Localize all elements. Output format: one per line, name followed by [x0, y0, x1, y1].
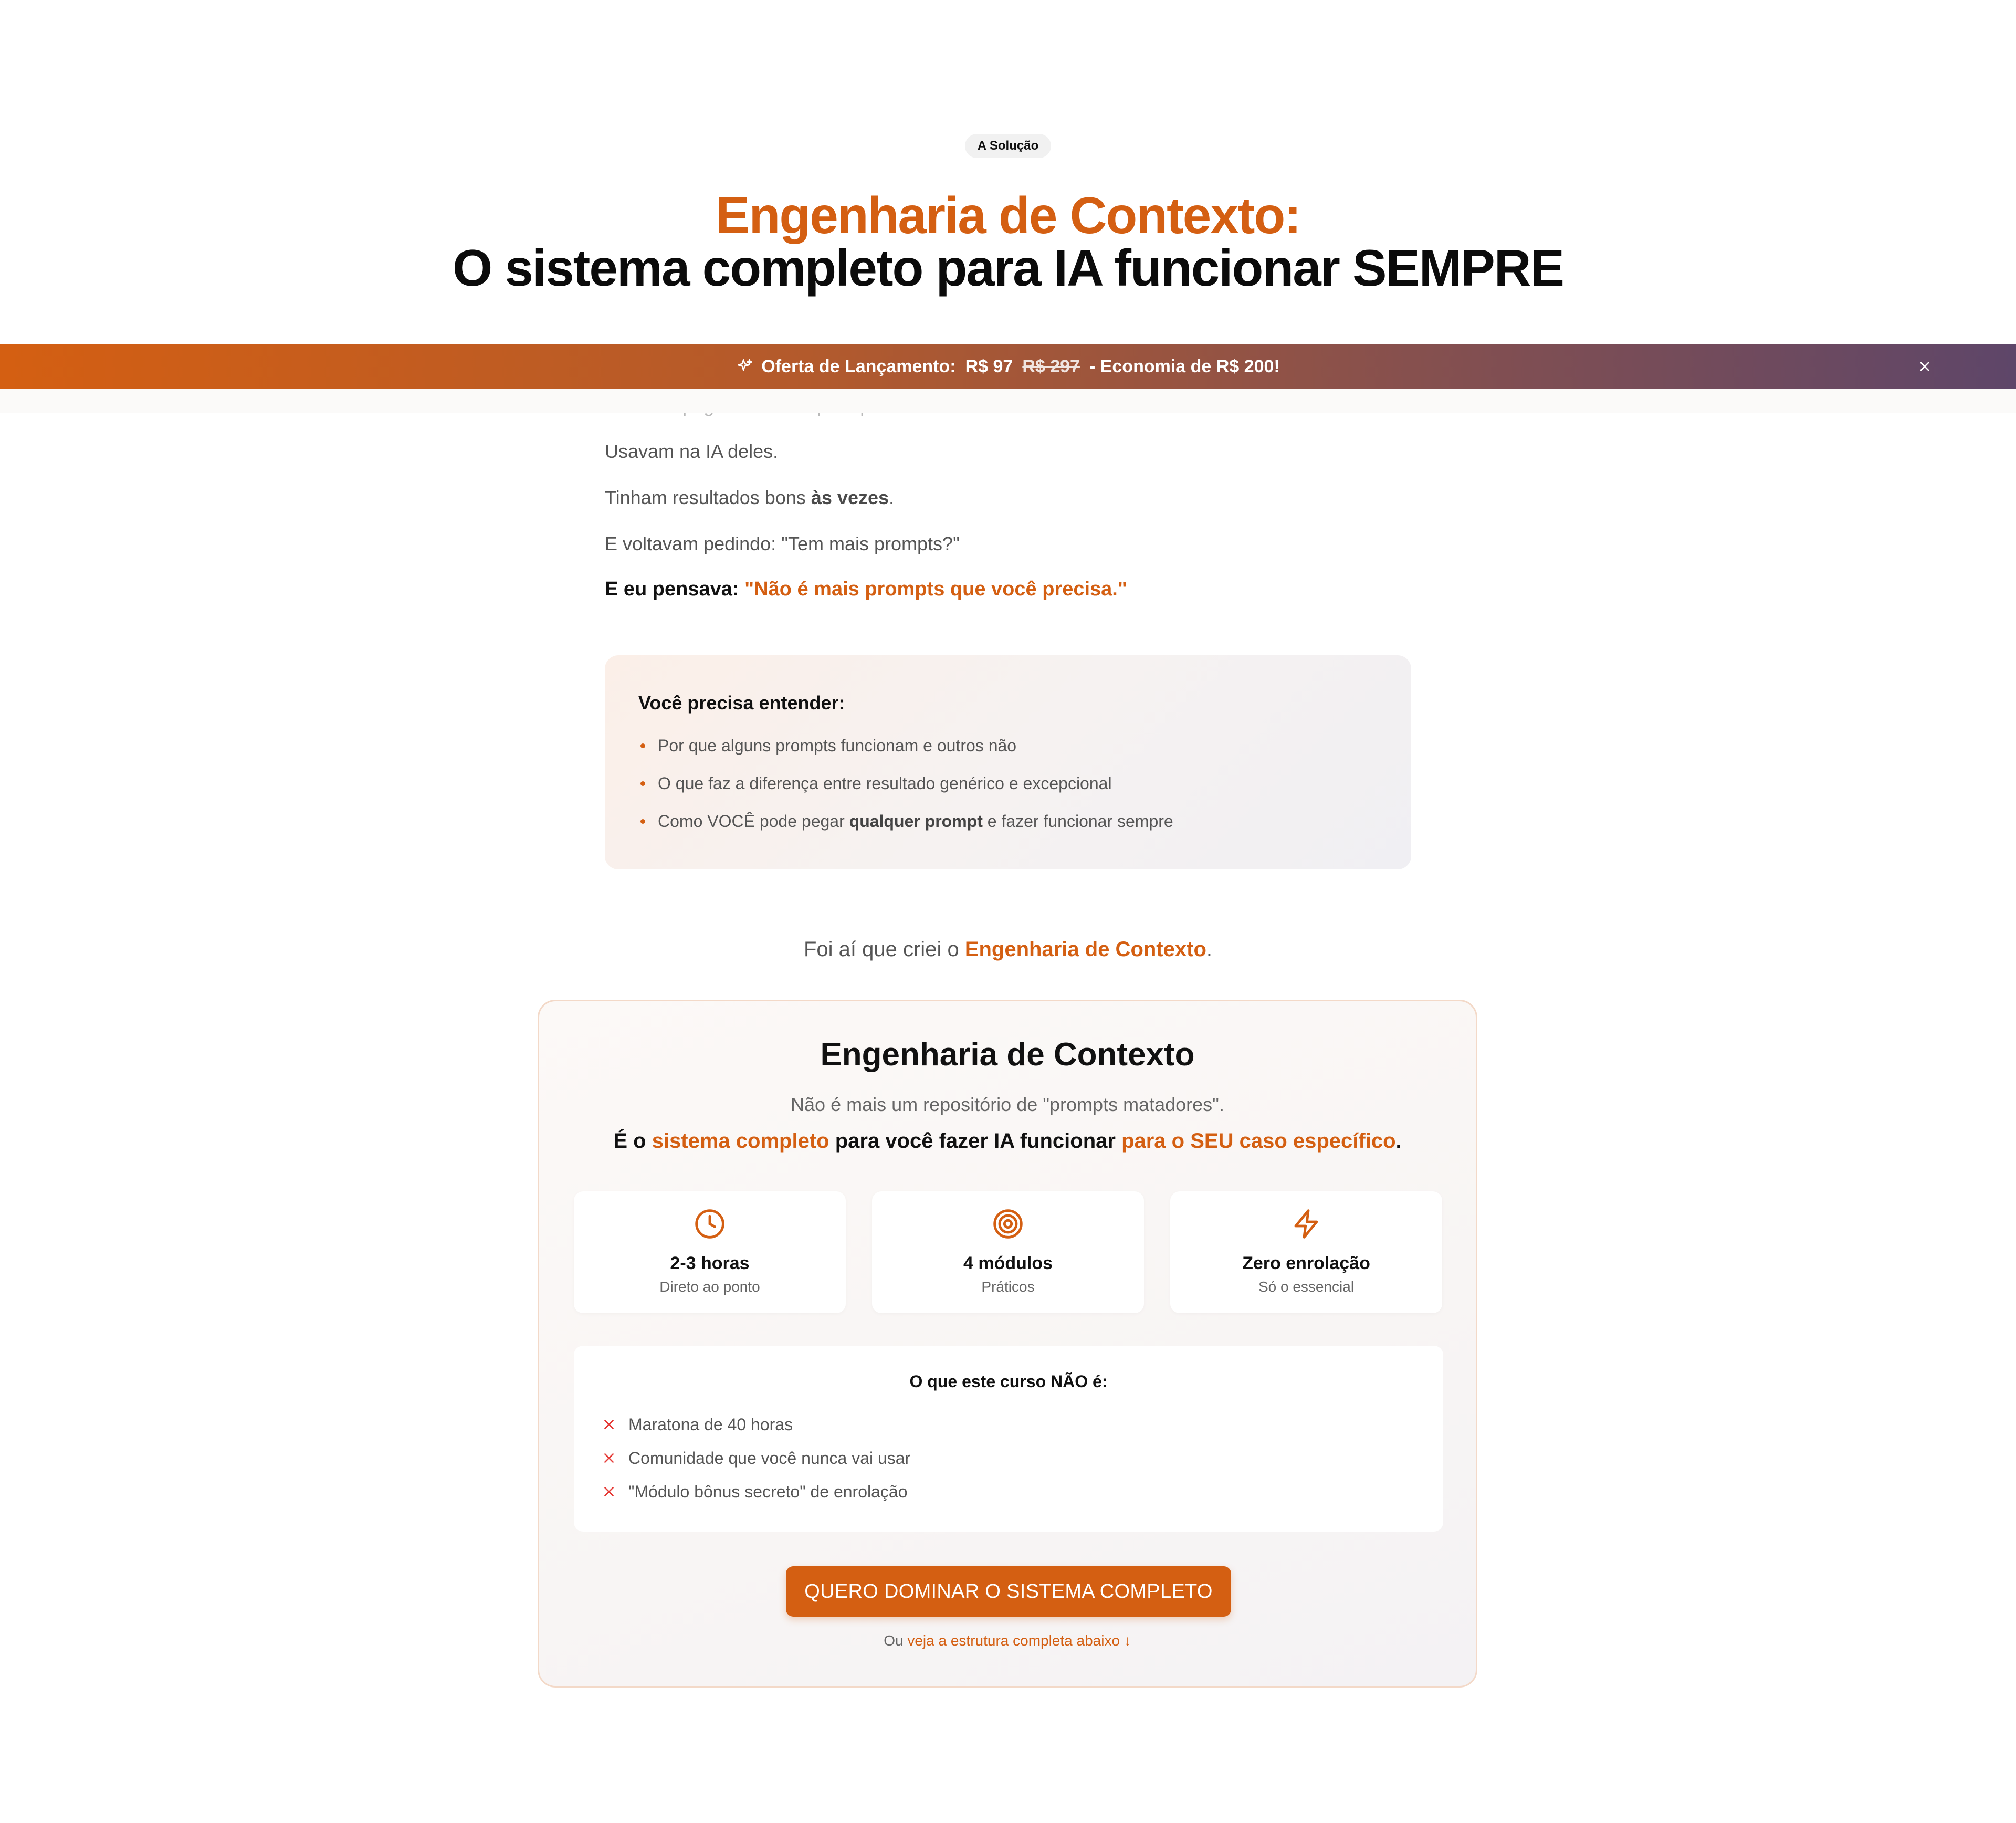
story-line: Usavam na IA deles.: [605, 441, 779, 462]
item-text: Por que alguns prompts funcionam e outro…: [658, 736, 1017, 755]
sparkles-icon: [736, 358, 754, 375]
structure-hint: Ou veja a estrutura completa abaixo ↓: [539, 1632, 1476, 1649]
clock-icon: [574, 1207, 846, 1241]
feature-subtitle: Direto ao ponto: [659, 1279, 760, 1295]
item-text: O que faz a diferença entre resultado ge…: [658, 774, 1112, 793]
item-text: Maratona de 40 horas: [628, 1415, 793, 1434]
not-list-box: O que este curso NÃO é: Maratona de 40 h…: [574, 1346, 1443, 1532]
x-icon: [602, 1418, 617, 1431]
text: É o: [613, 1129, 652, 1153]
text: E eu pensava:: [605, 578, 745, 600]
text: .: [889, 487, 895, 508]
section-title: O sistema completo para IA funcionar SEM…: [453, 239, 1564, 297]
feature-title: Zero enrolação: [1242, 1253, 1370, 1273]
product-name: Engenharia de Contexto: [964, 938, 1206, 961]
item-text: Comunidade que você nunca vai usar: [628, 1449, 911, 1468]
bullet-icon: [640, 781, 645, 786]
x-icon: [602, 1485, 617, 1499]
list-item: "Módulo bônus secreto" de enrolação: [602, 1475, 910, 1508]
x-icon: [602, 1451, 617, 1465]
text: e fazer funcionar sempre: [982, 812, 1173, 831]
lightning-icon: [1170, 1207, 1442, 1241]
text: .: [1395, 1129, 1402, 1153]
text: para você fazer IA funcionar: [829, 1129, 1122, 1153]
emphasis: às vezes: [811, 487, 889, 508]
feature-subtitle: Só o essencial: [1258, 1279, 1354, 1295]
offer-label: Oferta de Lançamento:: [761, 356, 956, 376]
announcement-bar: Oferta de Lançamento: R$ 97 R$ 297 - Eco…: [0, 344, 2016, 389]
feature-card-no-fluff: Zero enrolação Só o essencial: [1170, 1191, 1442, 1313]
list-item: Como VOCÊ pode pegar qualquer prompt e f…: [638, 810, 1173, 847]
highlight: para o SEU caso específico: [1121, 1129, 1396, 1153]
cta-button[interactable]: QUERO DOMINAR O SISTEMA COMPLETO: [786, 1566, 1231, 1617]
not-list-title: O que este curso NÃO é:: [909, 1372, 1108, 1391]
product-tagline: É o sistema completo para você fazer IA …: [539, 1129, 1476, 1153]
bullet-icon: [640, 743, 645, 748]
item-text: "Módulo bônus secreto" de enrolação: [628, 1482, 908, 1501]
text: .: [1206, 938, 1212, 961]
offer-savings: - Economia de R$ 200!: [1089, 356, 1280, 376]
list-item: Comunidade que você nunca vai usar: [602, 1441, 910, 1475]
understand-card: Você precisa entender: Por que alguns pr…: [605, 655, 1411, 869]
list-item: Por que alguns prompts funcionam e outro…: [638, 734, 1173, 772]
understand-title: Você precisa entender:: [638, 692, 845, 714]
story-line: Tinham resultados bons às vezes.: [605, 486, 894, 509]
bullet-icon: [640, 819, 645, 824]
story-line: E voltavam pedindo: "Tem mais prompts?": [605, 533, 960, 554]
target-icon: [872, 1207, 1144, 1241]
product-subtitle: Não é mais um repositório de "prompts ma…: [791, 1094, 1224, 1115]
offer-old-price: R$ 297: [1022, 356, 1080, 376]
quote: "Não é mais prompts que você precisa.": [744, 578, 1127, 600]
section-badge: A Solução: [965, 134, 1051, 158]
feature-subtitle: Práticos: [981, 1279, 1035, 1295]
feature-title: 2-3 horas: [670, 1253, 750, 1273]
feature-card-duration: 2-3 horas Direto ao ponto: [574, 1191, 846, 1313]
close-icon[interactable]: [1914, 356, 1935, 377]
text: Foi aí que criei o: [803, 938, 965, 961]
item-text: Como VOCÊ pode pegar qualquer prompt e f…: [658, 810, 1173, 833]
list-item: O que faz a diferença entre resultado ge…: [638, 772, 1173, 810]
text: Como VOCÊ pode pegar: [658, 812, 849, 831]
highlight: sistema completo: [652, 1129, 830, 1153]
feature-card-modules: 4 módulos Práticos: [872, 1191, 1144, 1313]
transition-text: Foi aí que criei o Engenharia de Context…: [0, 938, 2016, 961]
text: Ou: [884, 1632, 908, 1649]
story-thought: E eu pensava: "Não é mais prompts que vo…: [605, 578, 1127, 601]
product-card: Engenharia de Contexto Não é mais um rep…: [538, 1000, 1477, 1688]
emphasis: qualquer prompt: [849, 812, 983, 831]
offer-price: R$ 97: [965, 356, 1013, 376]
structure-link[interactable]: veja a estrutura completa abaixo ↓: [907, 1632, 1131, 1649]
sticky-header: [0, 389, 2016, 413]
list-item: Maratona de 40 horas: [602, 1408, 910, 1441]
feature-title: 4 módulos: [963, 1253, 1053, 1273]
product-title: Engenharia de Contexto: [820, 1036, 1195, 1073]
text: Tinham resultados bons: [605, 487, 811, 508]
